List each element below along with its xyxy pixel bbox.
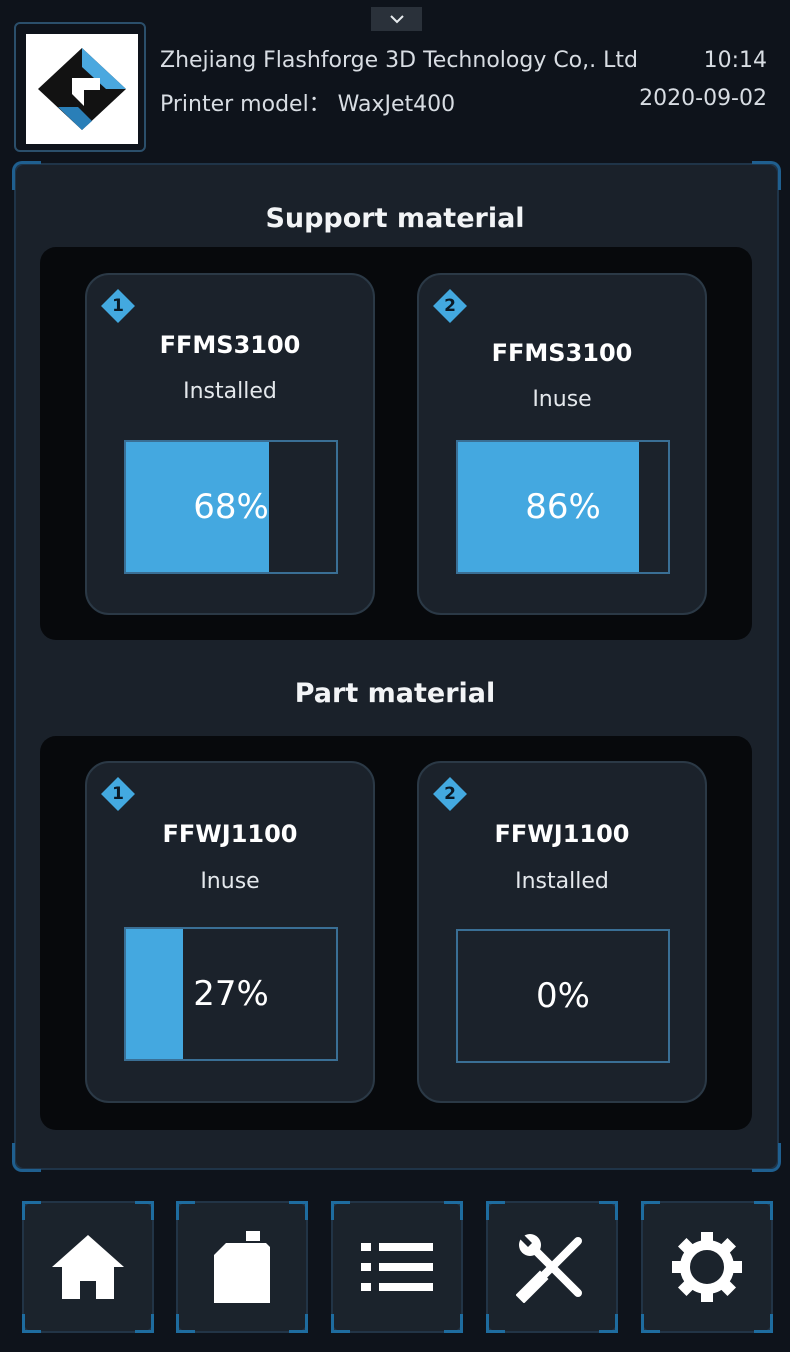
- nav-settings-button[interactable]: [641, 1201, 773, 1333]
- support-slot-1-card[interactable]: 1 FFMS3100 Installed 68%: [85, 273, 375, 615]
- material-level-bar: 68%: [124, 440, 338, 574]
- flashforge-logo-icon: [26, 34, 138, 144]
- material-bottle-icon: [214, 1231, 270, 1303]
- nav-home-button[interactable]: [22, 1201, 154, 1333]
- material-level-bar: 27%: [124, 927, 338, 1061]
- part-slot-1-card[interactable]: 1 FFWJ1100 Inuse 27%: [85, 761, 375, 1103]
- printer-model: Printer model： WaxJet400: [160, 92, 456, 117]
- slot-number-badge: 2: [431, 287, 469, 325]
- gear-icon: [672, 1232, 742, 1302]
- support-material-title: Support material: [265, 203, 525, 234]
- support-slot-2-card[interactable]: 2 FFMS3100 Inuse 86%: [417, 273, 707, 615]
- list-icon: [361, 1243, 433, 1291]
- slot-number-badge: 2: [431, 775, 469, 813]
- pulldown-handle[interactable]: [371, 7, 422, 31]
- material-name: FFWJ1100: [494, 820, 630, 848]
- level-percent: 0%: [536, 976, 590, 1016]
- part-slot-2-card[interactable]: 2 FFWJ1100 Installed 0%: [417, 761, 707, 1103]
- slot-number-badge: 1: [99, 775, 137, 813]
- tools-icon: [516, 1233, 582, 1303]
- logo-frame: [14, 22, 146, 152]
- level-percent: 86%: [525, 487, 601, 527]
- level-percent: 68%: [193, 487, 269, 527]
- slot-number-badge: 1: [99, 287, 137, 325]
- material-status: Inuse: [532, 387, 592, 412]
- level-percent: 27%: [193, 974, 269, 1014]
- nav-material-button[interactable]: [176, 1201, 308, 1333]
- material-name: FFWJ1100: [162, 820, 298, 848]
- printer-screen: Zhejiang Flashforge 3D Technology Co,. L…: [0, 0, 790, 1352]
- part-material-title: Part material: [294, 678, 496, 709]
- nav-list-button[interactable]: [331, 1201, 463, 1333]
- clock-time: 10:14: [703, 48, 767, 73]
- material-status: Installed: [183, 379, 277, 404]
- material-name: FFMS3100: [491, 339, 633, 367]
- material-level-bar: 86%: [456, 440, 670, 574]
- nav-tools-button[interactable]: [486, 1201, 618, 1333]
- home-icon: [52, 1235, 124, 1299]
- material-status: Inuse: [200, 869, 260, 894]
- company-name: Zhejiang Flashforge 3D Technology Co,. L…: [160, 48, 638, 73]
- clock-date: 2020-09-02: [639, 86, 767, 111]
- material-level-bar: 0%: [456, 929, 670, 1063]
- chevron-down-icon: [389, 15, 404, 24]
- material-status: Installed: [515, 869, 609, 894]
- material-name: FFMS3100: [159, 331, 301, 359]
